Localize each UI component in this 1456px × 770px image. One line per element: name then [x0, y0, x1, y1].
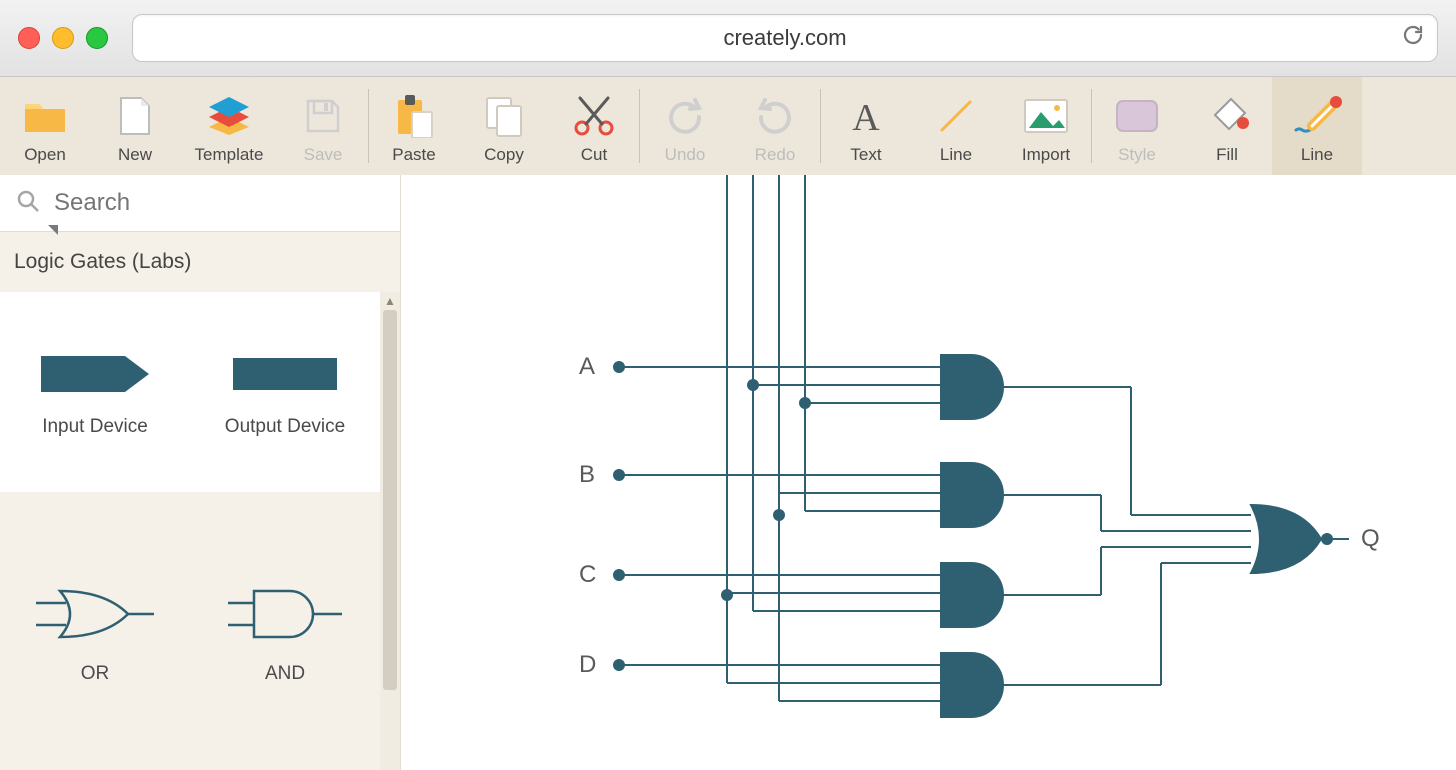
import-button[interactable]: Import [1001, 77, 1091, 175]
output-label-q: Q [1361, 525, 1380, 553]
new-label: New [118, 145, 152, 165]
window-controls [18, 27, 108, 49]
copy-button[interactable]: Copy [459, 77, 549, 175]
paint-bucket-icon [1205, 93, 1249, 139]
copy-icon [484, 93, 524, 139]
search-bar[interactable] [0, 175, 400, 232]
shape-output-device[interactable]: Output Device [190, 292, 380, 492]
input-label-d: D [579, 651, 596, 679]
input-label-c: C [579, 561, 596, 589]
save-label: Save [304, 145, 343, 165]
shapes-scrollbar[interactable]: ▲ [380, 292, 400, 770]
circuit-diagram [401, 175, 1456, 770]
line-tool-button[interactable]: Line [911, 77, 1001, 175]
open-button[interactable]: Open [0, 77, 90, 175]
input-device-icon [35, 346, 155, 402]
shape-or-gate[interactable]: OR [0, 532, 190, 732]
redo-icon [755, 93, 795, 139]
line-style-label: Line [1301, 145, 1333, 165]
template-label: Template [195, 145, 264, 165]
maximize-window-button[interactable] [86, 27, 108, 49]
and-gate-icon [220, 579, 350, 649]
text-label: Text [850, 145, 881, 165]
template-button[interactable]: Template [180, 77, 278, 175]
diagram-canvas[interactable]: A B C D Q [401, 175, 1456, 770]
cut-button[interactable]: Cut [549, 77, 639, 175]
shape-and-gate[interactable]: AND [190, 532, 380, 732]
workspace: Logic Gates (Labs) Input Device Output D… [0, 175, 1456, 770]
new-button[interactable]: New [90, 77, 180, 175]
input-label-a: A [579, 353, 595, 381]
text-icon: A [846, 93, 886, 139]
dropdown-indicator-icon [48, 225, 58, 235]
style-swatch-icon [1115, 93, 1159, 139]
import-label: Import [1022, 145, 1070, 165]
tile-label: Input Device [42, 416, 148, 438]
paste-label: Paste [392, 145, 435, 165]
browser-chrome: creately.com [0, 0, 1456, 77]
style-button[interactable]: Style [1092, 77, 1182, 175]
line-style-button[interactable]: Line [1272, 77, 1362, 175]
open-label: Open [24, 145, 66, 165]
output-device-icon [225, 346, 345, 402]
image-icon [1023, 93, 1069, 139]
text-tool-button[interactable]: A Text [821, 77, 911, 175]
search-input[interactable] [52, 188, 384, 218]
scroll-thumb[interactable] [383, 310, 397, 690]
undo-icon [665, 93, 705, 139]
redo-label: Redo [755, 145, 796, 165]
fill-button[interactable]: Fill [1182, 77, 1272, 175]
clipboard-icon [394, 93, 434, 139]
line-label: Line [940, 145, 972, 165]
reload-icon[interactable] [1401, 23, 1425, 53]
input-label-b: B [579, 461, 595, 489]
tile-label: OR [81, 663, 110, 685]
cut-label: Cut [581, 145, 607, 165]
undo-button[interactable]: Undo [640, 77, 730, 175]
page-icon [119, 93, 151, 139]
shape-input-device[interactable]: Input Device [0, 292, 190, 492]
minimize-window-button[interactable] [52, 27, 74, 49]
shapes-panel: Logic Gates (Labs) Input Device Output D… [0, 175, 401, 770]
save-button[interactable]: Save [278, 77, 368, 175]
paste-button[interactable]: Paste [369, 77, 459, 175]
shapes-category-header[interactable]: Logic Gates (Labs) [0, 232, 400, 292]
save-icon [304, 93, 342, 139]
toolbar: Open New Template Save Paste [0, 77, 1456, 175]
address-bar[interactable]: creately.com [132, 14, 1438, 62]
line-icon [936, 93, 976, 139]
search-icon [16, 189, 40, 218]
scissors-icon [572, 93, 616, 139]
category-label: Logic Gates (Labs) [14, 250, 191, 273]
folder-icon [23, 93, 67, 139]
undo-label: Undo [665, 145, 706, 165]
copy-label: Copy [484, 145, 524, 165]
style-label: Style [1118, 145, 1156, 165]
fill-label: Fill [1216, 145, 1238, 165]
tile-label: AND [265, 663, 305, 685]
svg-text:A: A [852, 97, 880, 136]
tile-label: Output Device [225, 416, 345, 438]
pencil-line-icon [1292, 93, 1342, 139]
close-window-button[interactable] [18, 27, 40, 49]
address-bar-url: creately.com [723, 25, 846, 51]
shapes-grid: Input Device Output Device OR [0, 292, 400, 770]
or-gate-icon [30, 579, 160, 649]
layers-icon [206, 93, 252, 139]
redo-button[interactable]: Redo [730, 77, 820, 175]
scroll-up-icon[interactable]: ▲ [380, 292, 400, 310]
